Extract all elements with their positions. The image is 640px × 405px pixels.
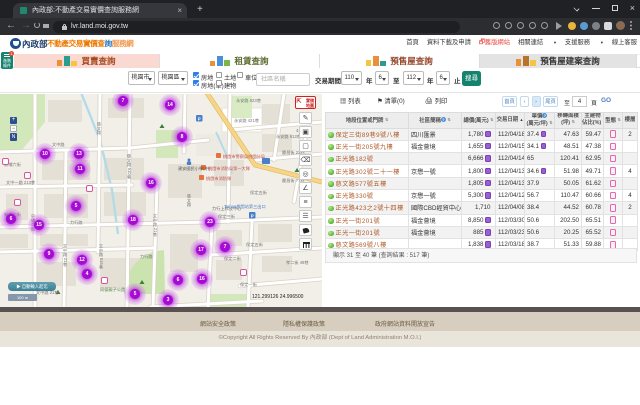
- svg-text:P: P: [251, 213, 254, 218]
- svg-text:P: P: [198, 116, 201, 121]
